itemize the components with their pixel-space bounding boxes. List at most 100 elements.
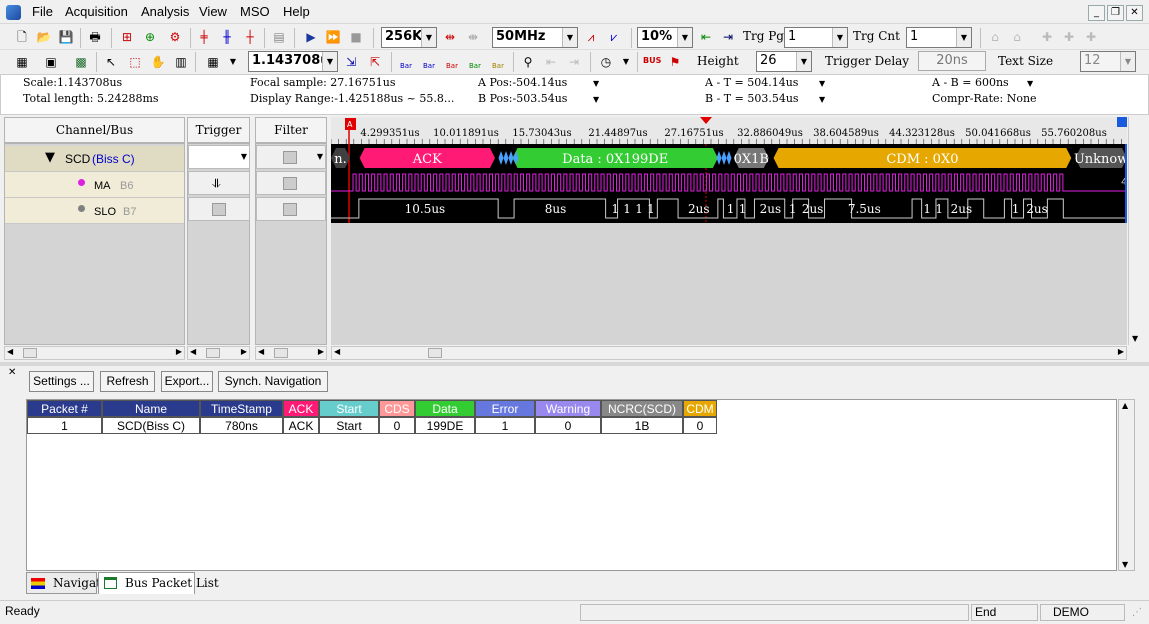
scroll-right-icon[interactable]: ▶ — [176, 347, 182, 356]
waveform-canvas[interactable]: 4.299351us 10.011891us 15.73043us 21.44897u… — [331, 117, 1127, 223]
nav-right-icon[interactable]: ⇥ — [719, 28, 737, 46]
waveform-empty-area[interactable] — [331, 223, 1127, 345]
text-size-select[interactable]: 12 ▼ — [1080, 51, 1136, 72]
table-cell[interactable]: 1B — [601, 417, 683, 434]
chip-icon[interactable]: ▩ — [72, 53, 90, 71]
column-header-ack[interactable]: ACK — [283, 400, 319, 417]
open-folder-icon[interactable]: 📂 — [35, 28, 53, 46]
column-header-warning[interactable]: Warning — [535, 400, 601, 417]
print-icon[interactable]: 🖶 — [86, 28, 104, 46]
sample-rate-select[interactable]: 50MHz ▼ — [492, 27, 578, 48]
table-cell[interactable]: SCD(Biss C) — [102, 417, 200, 434]
filter-hscrollbar[interactable]: ◀ ▶ — [255, 346, 327, 360]
table-cell[interactable]: 199DE — [415, 417, 475, 434]
table-cell[interactable]: 0 — [683, 417, 717, 434]
column-header-cdm[interactable]: CDM — [683, 400, 717, 417]
bottom-panel-divider[interactable] — [0, 362, 1149, 366]
menu-mso[interactable]: MSO — [240, 4, 270, 19]
table-cell[interactable]: 0 — [535, 417, 601, 434]
trigger-settings-icon[interactable]: ⚙ — [166, 28, 184, 46]
export-button[interactable]: Export... — [161, 371, 213, 392]
pattern-icon[interactable]: ┼ — [241, 28, 259, 46]
bus-icon[interactable]: BUS — [643, 52, 661, 70]
menu-analysis[interactable]: Analysis — [141, 4, 189, 19]
search-next-icon[interactable]: ⇥ — [565, 53, 583, 71]
menu-view[interactable]: View — [199, 4, 227, 19]
memory-depth-select[interactable]: 256K ▼ — [381, 27, 437, 48]
table-cell[interactable]: ACK — [283, 417, 319, 434]
document-icon[interactable]: ▤ — [270, 28, 288, 46]
zoom-in-bar-icon[interactable]: ⇲ — [342, 53, 360, 71]
wave-blue-icon[interactable]: ⩗ — [605, 28, 623, 46]
hand-icon[interactable]: ✋ — [149, 53, 167, 71]
chevron-down-icon[interactable]: ▼ — [593, 79, 599, 88]
trg-pg-select[interactable]: 1 ▼ — [784, 27, 848, 48]
column-header-start[interactable]: Start — [319, 400, 379, 417]
column-header-cds[interactable]: CDS — [379, 400, 415, 417]
filter-ma-cell[interactable] — [256, 171, 326, 195]
waveform-view[interactable]: 4.299351us 10.011891us 15.73043us 21.44897u… — [331, 117, 1127, 223]
zoom-out-bar-icon[interactable]: ⇱ — [366, 53, 384, 71]
bar-c-icon[interactable]: Bar — [443, 51, 461, 70]
memo-icon[interactable]: ▥ — [172, 53, 190, 71]
refresh-button[interactable]: Refresh — [100, 371, 155, 392]
scroll-left-icon[interactable]: ◀ — [334, 347, 340, 356]
scroll-right-icon[interactable]: ▶ — [1118, 347, 1124, 356]
scroll-left-icon[interactable]: ◀ — [7, 347, 13, 356]
table-cell[interactable]: 0 — [379, 417, 415, 434]
column-header-packet[interactable]: Packet # — [27, 400, 102, 417]
scroll-right-icon[interactable]: ▶ — [318, 347, 324, 356]
settings-button[interactable]: Settings ... — [29, 371, 94, 392]
table-cell[interactable]: 1 — [27, 417, 102, 434]
scroll-right-icon[interactable]: ▶ — [241, 347, 247, 356]
clock-icon[interactable]: ◷ — [597, 53, 615, 71]
scale-select[interactable]: 1.143708u: ▼ — [248, 51, 338, 72]
run-icon[interactable]: ▶ — [302, 28, 320, 46]
bar-a-icon[interactable]: Bar — [397, 51, 415, 70]
collapse-triangle-icon[interactable]: ▼ — [45, 150, 55, 165]
compress-icon[interactable]: ⇹ — [441, 28, 459, 46]
tab-navigator[interactable]: Navigator — [26, 572, 114, 594]
search-prev-icon[interactable]: ⇤ — [542, 53, 560, 71]
grid-icon[interactable]: ▣ — [42, 53, 60, 71]
resize-grip-icon[interactable]: ⋰ — [1132, 607, 1142, 618]
scroll-left-icon[interactable]: ◀ — [190, 347, 196, 356]
chevron-down-icon[interactable]: ▼ — [819, 79, 825, 88]
pointer-icon[interactable]: ↖ — [102, 53, 120, 71]
height-select[interactable]: 26 ▼ — [756, 51, 812, 72]
channel-hscrollbar[interactable]: ◀ ▶ — [4, 346, 185, 360]
zoom-region-icon[interactable]: ⊞ — [118, 28, 136, 46]
trigger-column-header[interactable]: Trigger — [187, 117, 250, 143]
filter-bus-select[interactable]: ▼ — [256, 145, 326, 169]
view-grid-icon[interactable]: ▦ — [204, 53, 222, 71]
trigger-hscrollbar[interactable]: ◀ ▶ — [187, 346, 250, 360]
filter-slo-cell[interactable] — [256, 197, 326, 221]
disabled-tool-icon[interactable]: ✚ — [1038, 28, 1056, 46]
wave-red-icon[interactable]: ⩘ — [582, 28, 600, 46]
waveform-vscrollbar[interactable]: ▼ — [1128, 117, 1144, 345]
calculator-icon[interactable]: ▦ — [13, 53, 31, 71]
new-file-icon[interactable]: 🗋 — [13, 28, 31, 46]
scroll-down-icon[interactable]: ▼ — [1122, 560, 1128, 569]
trigger-delay-field[interactable]: 20ns — [918, 51, 986, 71]
bar-d-icon[interactable]: Bar — [466, 51, 484, 70]
filter-column-header[interactable]: Filter — [255, 117, 327, 143]
binoculars-icon[interactable]: ⚲ — [519, 53, 537, 71]
nav-left-icon[interactable]: ⇤ — [697, 28, 715, 46]
trigger-percent-select[interactable]: 10% ▼ — [637, 27, 693, 48]
chevron-down-icon[interactable]: ▼ — [1027, 79, 1033, 88]
bus-settings-icon[interactable]: ⚑ — [666, 53, 684, 71]
column-header-timestamp[interactable]: TimeStamp — [200, 400, 283, 417]
packet-vscrollbar[interactable]: ▲ ▼ — [1118, 399, 1135, 571]
edge-fall-icon[interactable]: ╫ — [218, 28, 236, 46]
column-header-ncrc-scd[interactable]: NCRC(SCD) — [601, 400, 683, 417]
channel-row-scd[interactable]: ▼ SCD (Biss C) — [5, 146, 184, 172]
bar-e-icon[interactable]: Bar — [489, 51, 507, 70]
table-cell[interactable]: 780ns — [200, 417, 283, 434]
chevron-down-icon[interactable]: ▼ — [819, 95, 825, 104]
table-cell[interactable]: 1 — [475, 417, 535, 434]
chevron-down-icon[interactable]: ▼ — [224, 53, 242, 71]
column-header-data[interactable]: Data — [415, 400, 475, 417]
trg-cnt-select[interactable]: 1 ▼ — [906, 27, 972, 48]
bar-b-icon[interactable]: Bar — [420, 51, 438, 70]
